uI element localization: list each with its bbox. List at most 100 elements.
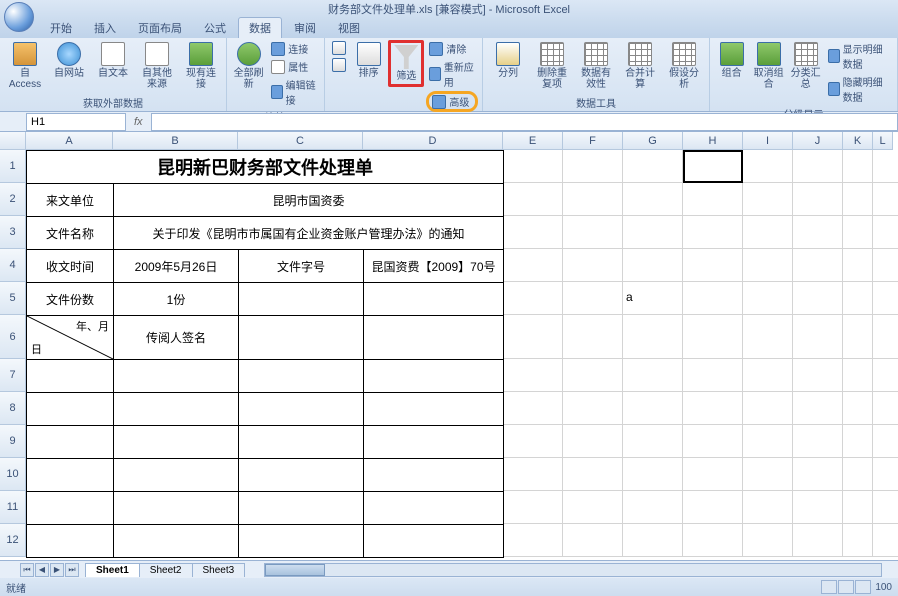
cell-copies-label[interactable]: 文件份数 <box>27 283 114 316</box>
sheet-first-icon[interactable]: ⏮ <box>20 563 34 577</box>
cell-r5d[interactable] <box>364 283 504 316</box>
view-buttons <box>821 580 871 594</box>
sheet-next-icon[interactable]: ▶ <box>50 563 64 577</box>
col-header-I[interactable]: I <box>743 132 793 150</box>
col-header-D[interactable]: D <box>363 132 503 150</box>
sort-za-button[interactable] <box>329 57 349 73</box>
tab-review[interactable]: 审阅 <box>284 18 326 38</box>
sort-az-button[interactable] <box>329 40 349 56</box>
sheet-tab-3[interactable]: Sheet3 <box>192 563 246 577</box>
existing-conn-button[interactable]: 现有连接 <box>180 40 222 92</box>
tab-data[interactable]: 数据 <box>238 17 282 38</box>
cell-r5c[interactable] <box>239 283 364 316</box>
col-header-F[interactable]: F <box>563 132 623 150</box>
properties-button[interactable]: 属性 <box>268 58 320 75</box>
ungroup-button[interactable]: 取消组合 <box>751 40 786 92</box>
reapply-button[interactable]: 重新应用 <box>426 58 478 90</box>
row-header-6[interactable]: 6 <box>0 315 26 359</box>
name-box[interactable]: H1 <box>26 113 126 131</box>
col-header-E[interactable]: E <box>503 132 563 150</box>
data-valid-button[interactable]: 数据有效性 <box>575 40 617 92</box>
advanced-filter-button[interactable]: 高级 <box>426 91 478 112</box>
from-text-button[interactable]: 自文本 <box>92 40 134 81</box>
grid-body[interactable]: 昆明新巴财务部文件处理单 来文单位昆明市国资委 文件名称关于印发《昆明市市属国有… <box>26 150 898 560</box>
col-header-L[interactable]: L <box>873 132 893 150</box>
sheet-last-icon[interactable]: ⏭ <box>65 563 79 577</box>
subtotal-button[interactable]: 分类汇总 <box>788 40 823 92</box>
col-header-K[interactable]: K <box>843 132 873 150</box>
group-external-data: 自 Access 自网站 自文本 自其他来源 现有连接 获取外部数据 <box>0 38 227 111</box>
fx-icon[interactable]: fx <box>126 116 151 128</box>
clear-filter-button[interactable]: 清除 <box>426 40 478 57</box>
cell-sender-label[interactable]: 来文单位 <box>27 184 114 217</box>
from-web-button[interactable]: 自网站 <box>48 40 90 81</box>
group-outline: 组合 取消组合 分类汇总 显示明细数据 隐藏明细数据 分级显示 <box>710 38 898 111</box>
horizontal-scrollbar[interactable] <box>264 563 882 577</box>
row-header-9[interactable]: 9 <box>0 425 26 458</box>
row-header-8[interactable]: 8 <box>0 392 26 425</box>
show-detail-button[interactable]: 显示明细数据 <box>825 40 893 72</box>
row-header-12[interactable]: 12 <box>0 524 26 557</box>
cell-signature-label[interactable]: 传阅人签名 <box>114 316 239 360</box>
cell-recvtime-label[interactable]: 收文时间 <box>27 250 114 283</box>
tab-formulas[interactable]: 公式 <box>194 18 236 38</box>
sheet-tab-2[interactable]: Sheet2 <box>139 563 193 577</box>
zoom-value[interactable]: 100 <box>875 582 892 593</box>
tab-layout[interactable]: 页面布局 <box>128 18 192 38</box>
row-header-10[interactable]: 10 <box>0 458 26 491</box>
formula-input[interactable] <box>151 113 898 131</box>
active-cell-H1[interactable] <box>683 150 743 183</box>
document-table: 昆明新巴财务部文件处理单 来文单位昆明市国资委 文件名称关于印发《昆明市市属国有… <box>26 150 504 558</box>
col-header-C[interactable]: C <box>238 132 363 150</box>
col-header-A[interactable]: A <box>26 132 113 150</box>
view-layout-icon[interactable] <box>838 580 854 594</box>
sheet-tab-1[interactable]: Sheet1 <box>85 563 140 577</box>
cell-docno-value[interactable]: 昆国资费【2009】70号 <box>364 250 504 283</box>
view-break-icon[interactable] <box>855 580 871 594</box>
row-header-5[interactable]: 5 <box>0 282 26 315</box>
cell-filename-label[interactable]: 文件名称 <box>27 217 114 250</box>
office-button[interactable] <box>4 2 34 32</box>
group-connections: 全部刷新 连接 属性 编辑链接 连接 <box>227 38 325 111</box>
row-headers: 1 2 3 4 5 6 7 8 9 10 11 12 <box>0 150 26 560</box>
col-header-G[interactable]: G <box>623 132 683 150</box>
cell-diag-date[interactable]: 年、月日 <box>27 316 114 360</box>
sort-button[interactable]: 排序 <box>351 40 386 81</box>
doc-title[interactable]: 昆明新巴财务部文件处理单 <box>27 151 504 184</box>
hide-detail-button[interactable]: 隐藏明细数据 <box>825 73 893 105</box>
consolidate-button[interactable]: 合并计算 <box>619 40 661 92</box>
tab-insert[interactable]: 插入 <box>84 18 126 38</box>
text-to-cols-button[interactable]: 分列 <box>487 40 529 81</box>
sheet-prev-icon[interactable]: ◀ <box>35 563 49 577</box>
col-header-J[interactable]: J <box>793 132 843 150</box>
col-header-H[interactable]: H <box>683 132 743 150</box>
col-header-B[interactable]: B <box>113 132 238 150</box>
remove-dup-button[interactable]: 删除重复项 <box>531 40 573 92</box>
cell-sender-value[interactable]: 昆明市国资委 <box>114 184 504 217</box>
filter-button[interactable]: 筛选 <box>388 40 424 87</box>
column-headers: A B C D E F G H I J K L <box>26 132 893 150</box>
from-other-button[interactable]: 自其他来源 <box>136 40 178 92</box>
connections-button[interactable]: 连接 <box>268 40 320 57</box>
refresh-all-button[interactable]: 全部刷新 <box>231 40 266 92</box>
tab-view[interactable]: 视图 <box>328 18 370 38</box>
cell-docno-label[interactable]: 文件字号 <box>239 250 364 283</box>
row-header-2[interactable]: 2 <box>0 183 26 216</box>
tab-home[interactable]: 开始 <box>40 18 82 38</box>
cell-recvtime-value[interactable]: 2009年5月26日 <box>114 250 239 283</box>
row-header-4[interactable]: 4 <box>0 249 26 282</box>
select-all-corner[interactable] <box>0 132 26 150</box>
cell-filename-value[interactable]: 关于印发《昆明市市属国有企业资金账户管理办法》的通知 <box>114 217 504 250</box>
cell-G5[interactable]: a <box>626 290 633 304</box>
row-header-1[interactable]: 1 <box>0 150 26 183</box>
row-header-11[interactable]: 11 <box>0 491 26 524</box>
group-sort-filter: 排序 筛选 清除 重新应用 高级 排序和筛选 <box>325 38 483 111</box>
cell-copies-value[interactable]: 1份 <box>114 283 239 316</box>
row-header-3[interactable]: 3 <box>0 216 26 249</box>
view-normal-icon[interactable] <box>821 580 837 594</box>
from-access-button[interactable]: 自 Access <box>4 40 46 92</box>
edit-links-button[interactable]: 编辑链接 <box>268 76 320 108</box>
group-button[interactable]: 组合 <box>714 40 749 81</box>
row-header-7[interactable]: 7 <box>0 359 26 392</box>
whatif-button[interactable]: 假设分析 <box>663 40 705 92</box>
